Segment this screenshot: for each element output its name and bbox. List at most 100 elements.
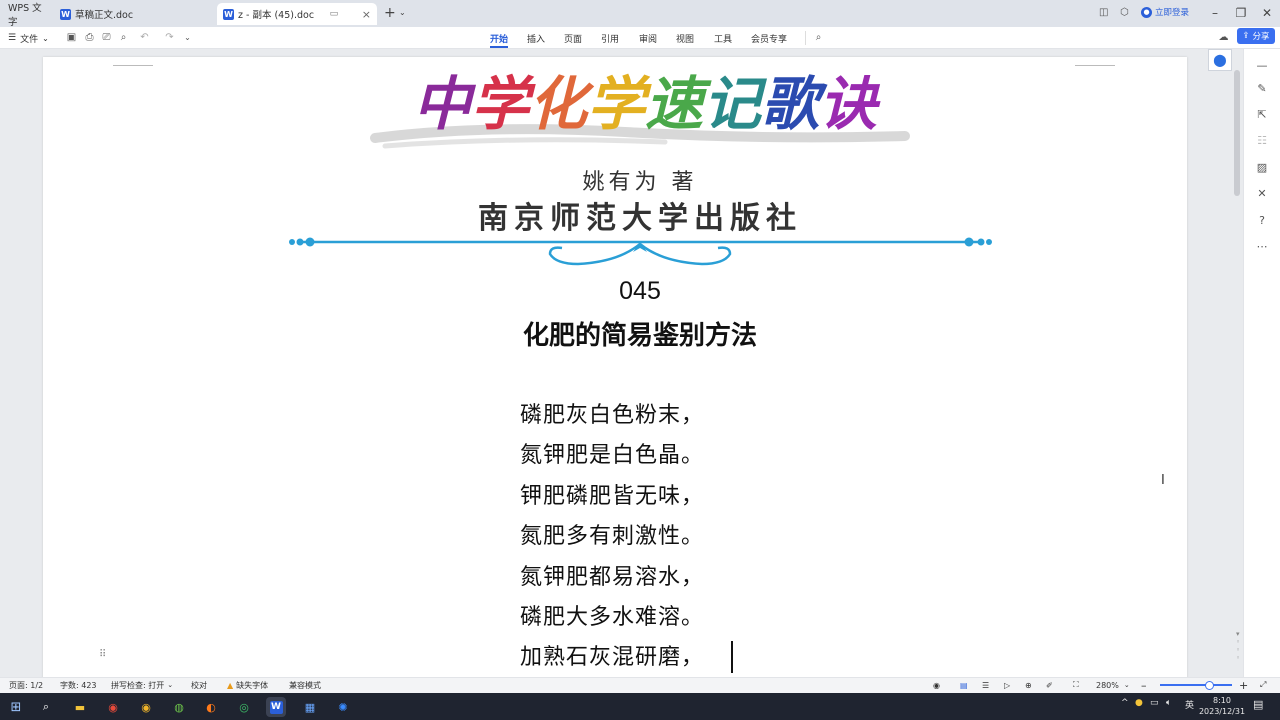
book-title-char: 学 <box>471 70 536 138</box>
monitor-icon[interactable]: ▭ <box>330 9 339 19</box>
windows-start-icon[interactable]: ⊞ <box>6 697 26 717</box>
tab-member[interactable]: 会员专享 <box>751 30 787 46</box>
zoom-slider-track[interactable] <box>1160 684 1232 686</box>
time: 8:10 <box>1213 696 1231 705</box>
book-title-brush-strokes: 中学化学速记歌诀 <box>370 70 910 149</box>
missing-font-button[interactable]: ▲ 缺失字体 <box>227 679 268 691</box>
file-menu-label: 文件 <box>20 34 39 45</box>
pen-icon[interactable]: ✎ <box>1252 80 1272 96</box>
tab-home[interactable]: 开始 <box>490 30 509 48</box>
missing-font-label: 缺失字体 <box>236 680 269 690</box>
collapse-icon[interactable]: — <box>1252 57 1272 73</box>
poem-line: 磷肥灰白色粉末， <box>520 403 705 428</box>
zoom-out-button[interactable]: – <box>1141 679 1147 692</box>
new-tab-button[interactable]: + <box>384 5 396 21</box>
zoom-in-button[interactable]: + <box>1239 679 1248 692</box>
vertical-scrollbar[interactable] <box>1234 70 1240 196</box>
book-title-char: 记 <box>703 70 767 138</box>
help-icon[interactable]: ? <box>1252 212 1272 228</box>
image-tool-icon[interactable]: ▨ <box>1252 159 1272 175</box>
cloud-icon[interactable]: ☁ <box>1217 31 1230 44</box>
settings-app-icon[interactable]: ✺ <box>333 697 353 717</box>
more-icon[interactable]: ⋯ <box>1252 238 1272 254</box>
eye-icon[interactable]: ◉ <box>933 679 940 691</box>
save-icon[interactable]: ▣ <box>65 31 78 44</box>
outline-view-icon[interactable]: ☰ <box>982 679 989 691</box>
date: 2023/12/31 <box>1198 707 1246 716</box>
login-label: 立即登录 <box>1155 8 1190 18</box>
firefox-icon[interactable]: ◐ <box>201 697 221 717</box>
redo-icon[interactable]: ↷ <box>163 31 176 44</box>
share-icon: ⇪ <box>1242 31 1250 41</box>
book-title-char: 诀 <box>819 70 881 138</box>
tab-review[interactable]: 审阅 <box>639 30 657 46</box>
play-icon[interactable]: ▷ <box>1004 679 1010 691</box>
tray-expand-icon[interactable]: ^ <box>1121 698 1129 708</box>
proofread-button[interactable]: 校对 <box>191 679 207 691</box>
pen-mode-icon[interactable]: ✐ <box>1046 679 1053 691</box>
chevron-down-icon[interactable]: ⌄ <box>399 8 406 17</box>
chrome-icon[interactable]: ◉ <box>103 697 123 717</box>
cube-icon[interactable]: ⬡ <box>1120 7 1129 18</box>
tray-app-icon[interactable]: ● <box>1135 698 1143 708</box>
select-cursor-icon[interactable]: ⇱ <box>1252 106 1272 122</box>
page-view-icon[interactable]: ▤ <box>960 679 968 691</box>
sliders-icon[interactable]: ☷ <box>1252 132 1272 148</box>
undo-icon[interactable]: ↶ <box>138 31 151 44</box>
section-heading: 化肥的简易鉴别方法 <box>522 321 757 351</box>
page-indicator[interactable]: 页面: 1/2 <box>9 679 43 691</box>
book-title-char: 中 <box>413 70 477 138</box>
tools-icon[interactable]: ✕ <box>1252 185 1272 201</box>
fit-page-icon[interactable]: ⛶ <box>1073 679 1079 691</box>
web-view-icon[interactable]: ⊕ <box>1025 679 1032 691</box>
tab-wps-home[interactable]: WPS 文字 <box>2 3 52 28</box>
tab-page[interactable]: 页面 <box>564 30 582 46</box>
zoom-slider-knob[interactable] <box>1205 681 1214 690</box>
poem-line: 氮钾肥都易溶水， <box>520 565 705 590</box>
clock[interactable]: 8:10 2023/12/31 <box>1198 695 1246 717</box>
print-preview-icon[interactable]: ⌕ <box>117 31 130 44</box>
fullscreen-icon[interactable]: ⤢ <box>1260 679 1266 691</box>
zoom-level[interactable]: 280% ⌄ <box>1096 679 1130 691</box>
book-title-char: 歌 <box>761 70 828 138</box>
file-explorer-icon[interactable]: ▬ <box>70 697 90 717</box>
location-pin-icon[interactable]: ⬤ <box>1208 49 1232 71</box>
volume-icon[interactable]: 🔈︎ <box>1166 698 1171 708</box>
tab-current-doc[interactable]: W z - 副本 (45).doc ▭ × <box>217 3 377 25</box>
more-chevron-icon[interactable]: ⌄ <box>181 31 194 44</box>
close-tab-icon[interactable]: × <box>362 8 371 21</box>
wps-writer-taskbar-icon[interactable]: W <box>266 697 286 717</box>
share-button[interactable]: ⇪ 分享 <box>1237 28 1275 44</box>
chrome-alt-icon[interactable]: ◉ <box>136 697 156 717</box>
print-icon[interactable]: ⎚ <box>100 31 113 44</box>
app-icon[interactable]: ▦ <box>300 697 320 717</box>
file-menu[interactable]: ☰ 文件 ⌄ <box>8 30 49 46</box>
tab-draft-doc[interactable]: W 草稿正文.doc <box>54 3 214 25</box>
notification-icon[interactable]: ▤ <box>1253 698 1263 711</box>
tab-view[interactable]: 视图 <box>676 30 694 46</box>
close-window-button[interactable]: ✕ <box>1254 4 1280 22</box>
tab-insert[interactable]: 插入 <box>527 30 545 46</box>
spellcheck-toggle[interactable]: 拼写检查: 打开 ⌄ <box>111 679 173 691</box>
word-count[interactable]: 字数: 423 <box>60 679 97 691</box>
wechat-icon[interactable]: ◎ <box>234 697 254 717</box>
tab-tools[interactable]: 工具 <box>714 30 732 46</box>
ime-indicator[interactable]: 英 <box>1185 698 1194 711</box>
login-link[interactable]: ● 立即登录 <box>1141 6 1189 18</box>
browser-icon[interactable]: ◍ <box>169 697 189 717</box>
drag-handle-icon[interactable]: ⠿ <box>99 649 106 660</box>
page-corner-marker <box>113 57 153 66</box>
export-pdf-icon[interactable]: ⎙ <box>83 31 96 44</box>
layout-icon[interactable]: ◫ <box>1099 7 1108 18</box>
document-area[interactable]: 中学化学速记歌诀 姚有为 著 南京师范大学出版社 045 化肥的简易鉴别方法 磷… <box>0 49 1243 677</box>
tab-label: 草稿正文.doc <box>75 10 134 21</box>
network-icon[interactable]: ▭ <box>1150 698 1159 708</box>
author-line: 姚有为 著 <box>582 170 698 195</box>
tab-label: z - 副本 (45).doc <box>238 10 315 21</box>
search-icon[interactable]: ⌕ <box>812 31 825 44</box>
page-nav-arrows[interactable]: ▾ ◦ ◦ ◦ <box>1236 630 1240 662</box>
tab-references[interactable]: 引用 <box>601 30 619 46</box>
restore-button[interactable]: ❐ <box>1228 4 1254 22</box>
search-icon[interactable]: ⌕ <box>36 697 56 717</box>
minimize-button[interactable]: – <box>1202 4 1228 22</box>
